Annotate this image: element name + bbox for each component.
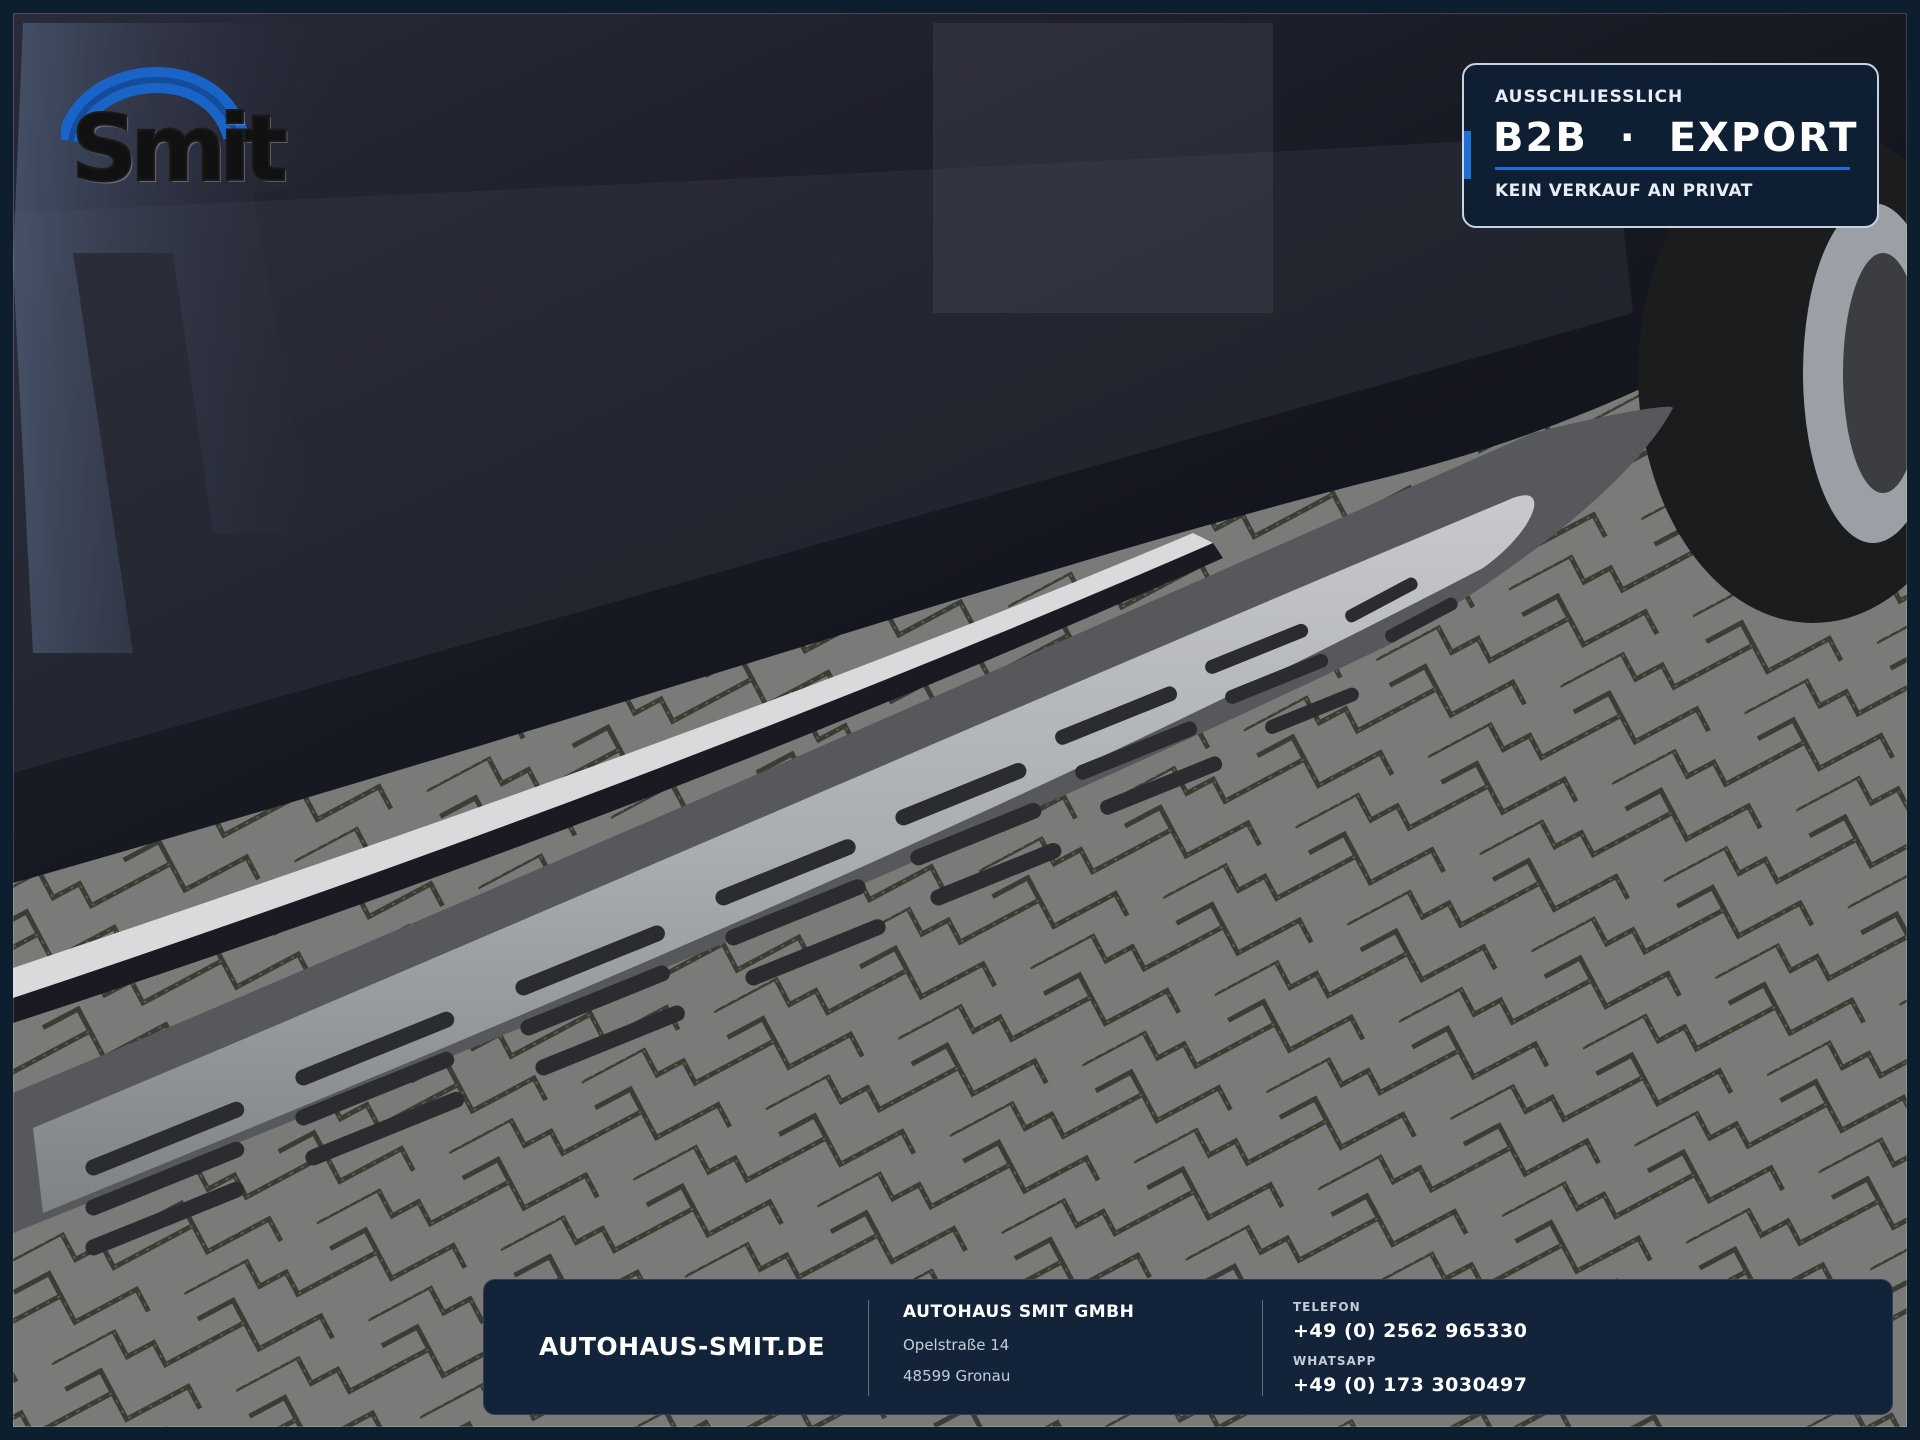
image-frame: Smit AUSSCHLIESSLICH B2B · EXPORT KEIN V…: [0, 0, 1920, 1440]
phone-number[interactable]: +49 (0) 2562 965330: [1293, 1320, 1528, 1342]
badge-divider: [1495, 167, 1850, 170]
logo-wordmark: Smit: [70, 95, 289, 202]
b2b-export-badge: AUSSCHLIESSLICH B2B · EXPORT KEIN VERKAU…: [1462, 63, 1879, 228]
smit-logo: Smit: [58, 41, 289, 202]
whatsapp-label: WHATSAPP: [1293, 1354, 1377, 1368]
badge-accent-bar: [1464, 131, 1471, 179]
footer-divider: [1262, 1300, 1263, 1396]
badge-subtitle: KEIN VERKAUF AN PRIVAT: [1495, 181, 1753, 201]
badge-title: B2B · EXPORT: [1493, 115, 1859, 161]
company-name: AUTOHAUS SMIT GMBH: [903, 1302, 1135, 1322]
address-street: Opelstraße 14: [903, 1336, 1010, 1354]
footer-divider: [868, 1300, 869, 1396]
website-link[interactable]: AUTOHAUS-SMIT.DE: [539, 1332, 825, 1361]
badge-kicker: AUSSCHLIESSLICH: [1495, 87, 1684, 107]
whatsapp-number[interactable]: +49 (0) 173 3030497: [1293, 1374, 1528, 1396]
address-city: 48599 Gronau: [903, 1367, 1011, 1385]
phone-label: TELEFON: [1293, 1300, 1361, 1314]
contact-footer: AUTOHAUS-SMIT.DE AUTOHAUS SMIT GMBH Opel…: [483, 1279, 1893, 1415]
